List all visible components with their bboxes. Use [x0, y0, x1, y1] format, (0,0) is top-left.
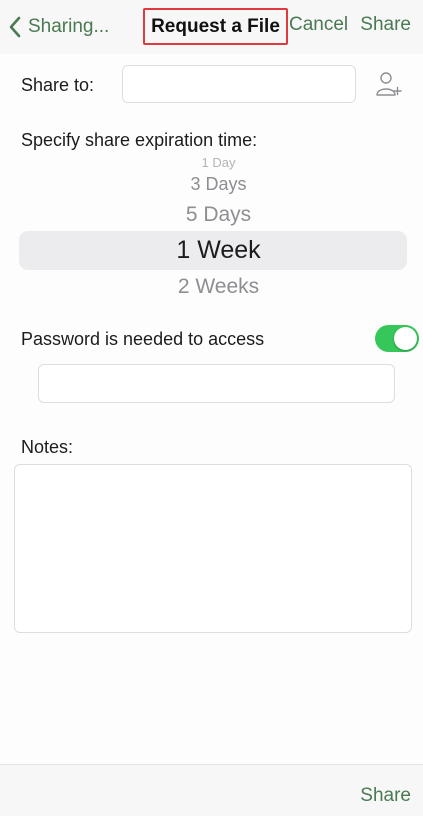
- bottom-share-button[interactable]: Share: [360, 785, 411, 807]
- chevron-left-icon: [9, 16, 21, 38]
- picker-option[interactable]: 1 Day: [0, 155, 423, 170]
- password-toggle[interactable]: [375, 325, 419, 352]
- picker-option-selected[interactable]: 1 Week: [0, 236, 423, 265]
- expiration-picker[interactable]: 1 Day 3 Days 5 Days 1 Week 2 Weeks: [0, 150, 423, 310]
- picker-option[interactable]: 3 Days: [0, 174, 423, 195]
- share-to-input[interactable]: [122, 65, 356, 103]
- navigation-bar: Sharing... Request a File Cancel Share: [0, 0, 423, 54]
- password-label: Password is needed to access: [21, 329, 265, 349]
- share-button[interactable]: Share: [360, 14, 411, 36]
- notes-label: Notes:: [21, 437, 74, 457]
- back-button-label: Sharing...: [28, 16, 110, 37]
- cancel-button[interactable]: Cancel: [289, 14, 348, 36]
- password-input[interactable]: [38, 364, 395, 403]
- expiration-label: Specify share expiration time:: [21, 130, 258, 150]
- add-contact-icon[interactable]: [374, 70, 402, 98]
- page-title-text: Request a File: [151, 15, 280, 37]
- notes-textarea[interactable]: [14, 464, 412, 633]
- page-title: Request a File: [143, 8, 288, 45]
- back-button[interactable]: Sharing...: [8, 12, 109, 42]
- bottom-toolbar: Share: [0, 764, 423, 816]
- picker-option[interactable]: 5 Days: [0, 203, 423, 227]
- picker-option[interactable]: 2 Weeks: [0, 275, 423, 299]
- share-to-label: Share to:: [21, 75, 95, 95]
- toggle-knob: [394, 327, 417, 350]
